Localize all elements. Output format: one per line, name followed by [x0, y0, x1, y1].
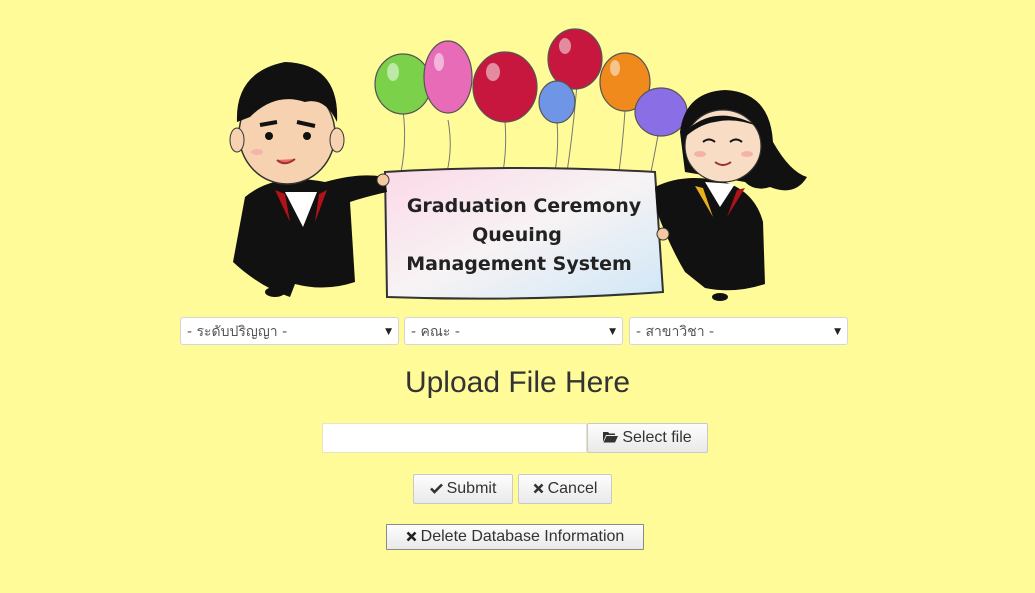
balloon-pink [423, 40, 473, 114]
degree-level-select[interactable]: - ระดับปริญญา - ▼ [180, 317, 399, 345]
chevron-down-icon: ▼ [834, 327, 841, 337]
filter-selects: - ระดับปริญญา - ▼ - คณะ - ▼ - สาขาวิชา -… [180, 317, 850, 347]
chevron-down-icon: ▼ [609, 327, 616, 337]
select-file-label: Select file [622, 429, 692, 446]
file-path-input[interactable] [322, 423, 587, 453]
balloon-blue [538, 80, 576, 124]
close-icon [406, 531, 417, 542]
cancel-button[interactable]: Cancel [518, 474, 612, 504]
folder-open-icon [603, 432, 619, 443]
banner-line-3: Management System [406, 253, 632, 275]
submit-label: Submit [446, 480, 497, 497]
file-upload-row: Select file [322, 423, 708, 453]
close-icon [533, 483, 544, 494]
major-select-value: - สาขาวิชา - [636, 324, 715, 340]
upload-title: Upload File Here [404, 366, 631, 399]
balloon-red-top [547, 28, 603, 90]
banner-line-2: Queuing [472, 224, 562, 246]
banner-line-1: Graduation Ceremony [407, 195, 642, 217]
balloon-red [472, 51, 538, 123]
graduation-banner-illustration: Graduation Ceremony Queuing Management S… [229, 28, 807, 301]
boy-graduate-figure [229, 62, 390, 297]
page: Graduation Ceremony Queuing Management S… [0, 0, 1035, 593]
faculty-select-value: - คณะ - [411, 324, 460, 340]
balloon-purple [634, 87, 688, 137]
chevron-down-icon: ▼ [385, 327, 392, 337]
select-file-button[interactable]: Select file [587, 423, 708, 453]
faculty-select[interactable]: - คณะ - ▼ [404, 317, 623, 345]
major-select[interactable]: - สาขาวิชา - ▼ [629, 317, 848, 345]
submit-button[interactable]: Submit [413, 474, 513, 504]
delete-database-button[interactable]: Delete Database Information [386, 524, 644, 550]
cancel-label: Cancel [547, 480, 598, 497]
balloon-green [374, 53, 432, 115]
delete-database-label: Delete Database Information [420, 528, 625, 545]
degree-level-select-value: - ระดับปริญญา - [187, 324, 288, 340]
check-icon [429, 483, 443, 494]
